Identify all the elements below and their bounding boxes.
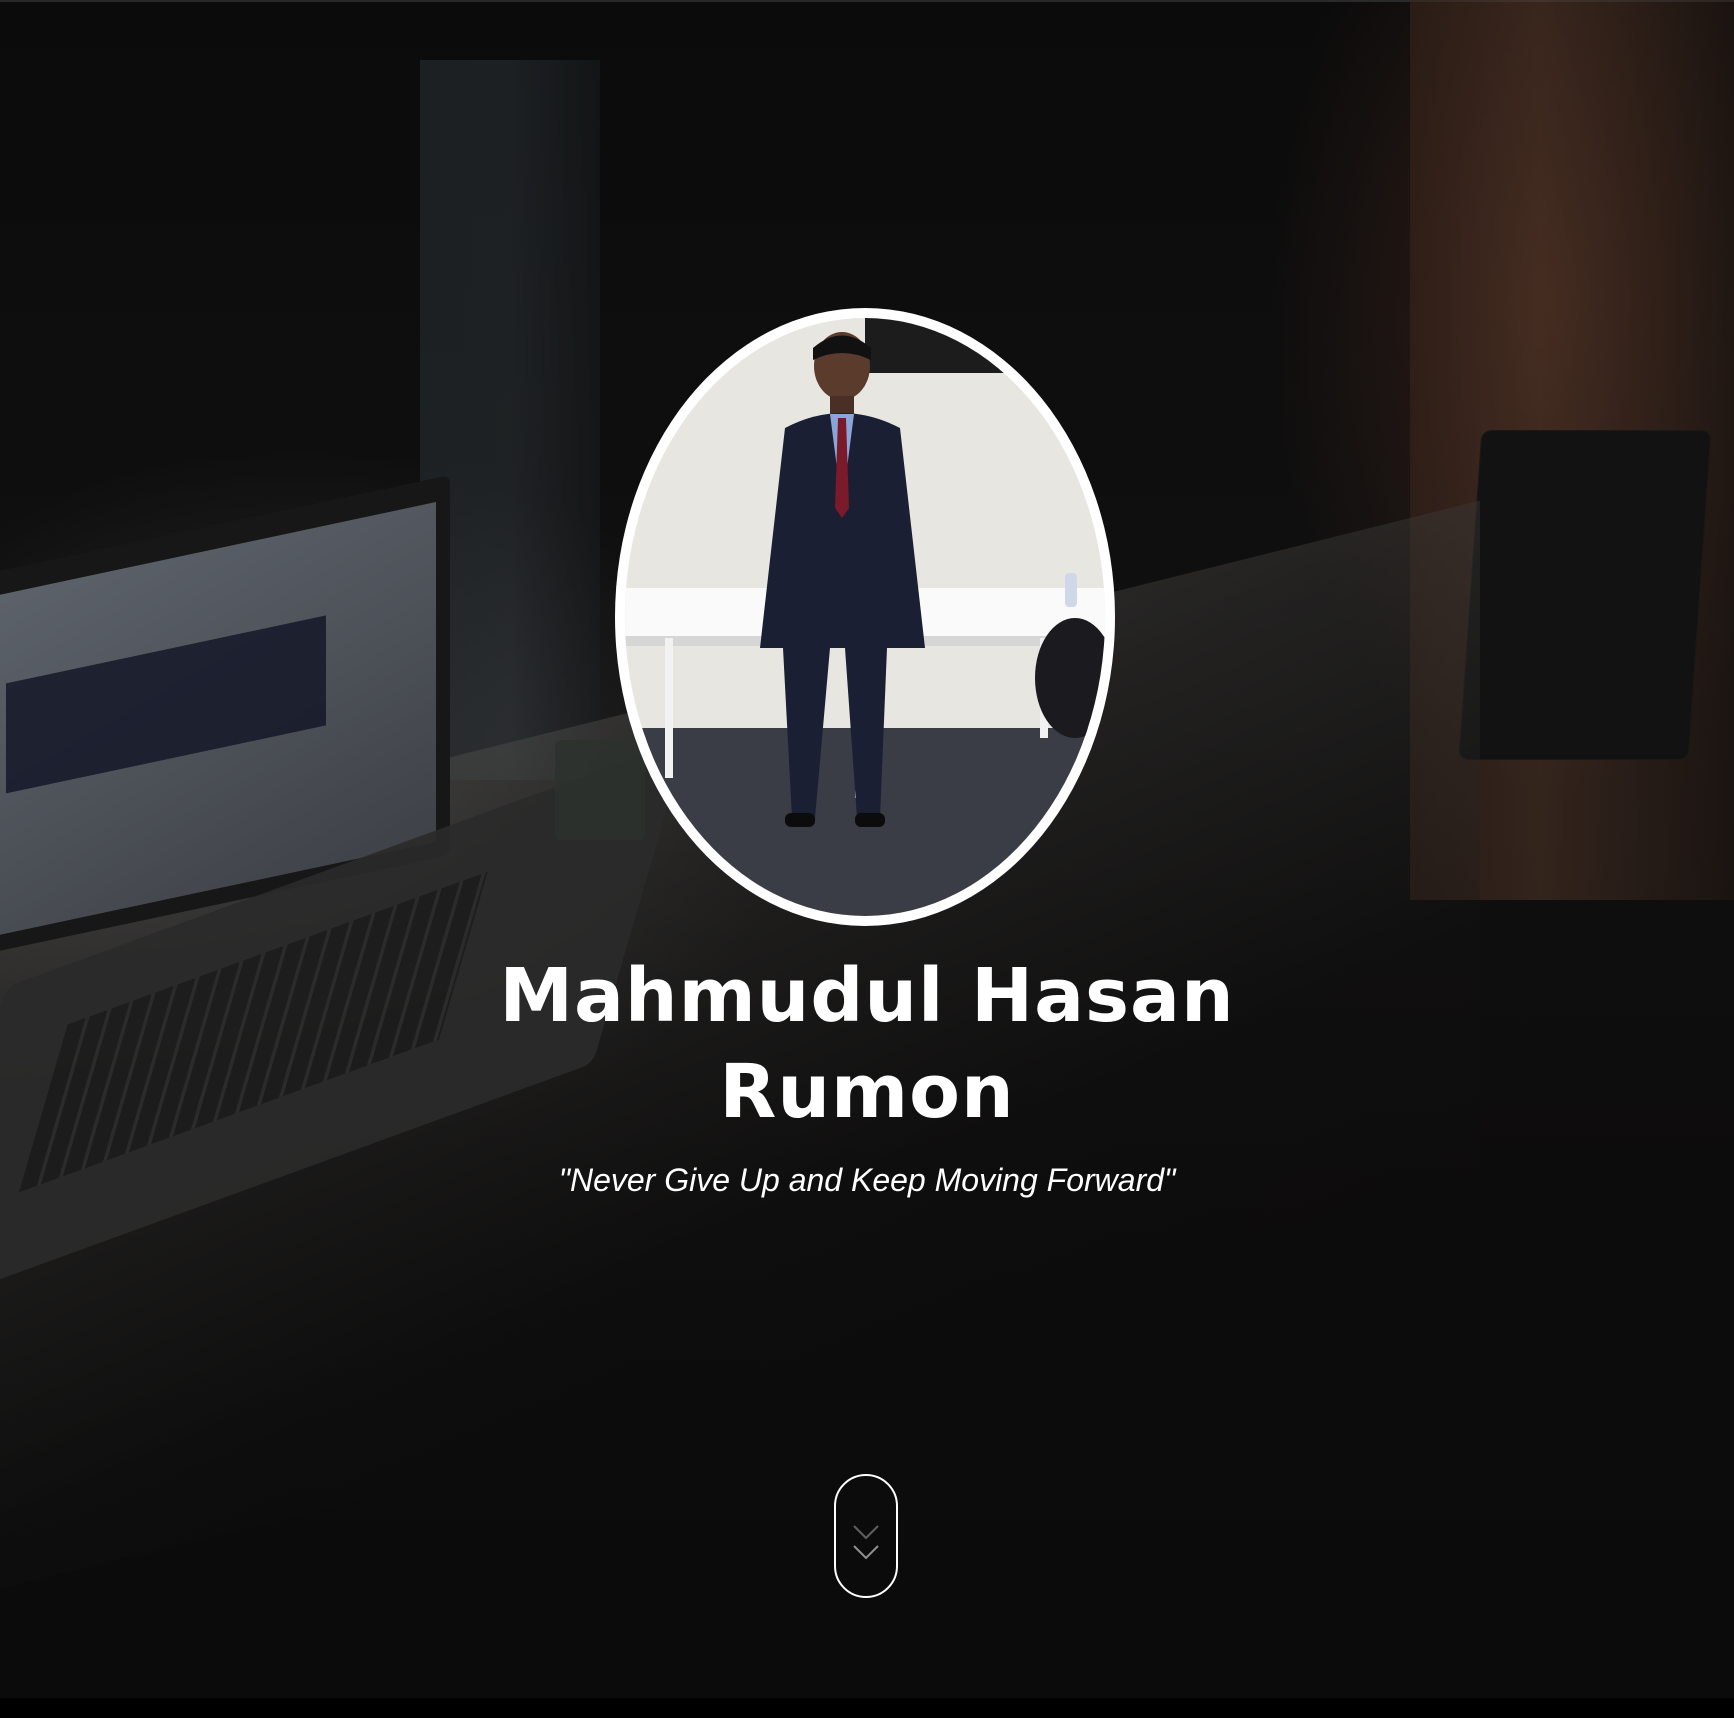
avatar <box>615 308 1115 926</box>
laptop-banner <box>6 615 326 794</box>
avatar-photo <box>625 318 1105 916</box>
scroll-down-button[interactable] <box>834 1474 898 1598</box>
profile-name: Mahmudul Hasan Rumon <box>499 953 1235 1135</box>
profile-tagline: "Never Give Up and Keep Moving Forward" <box>558 1162 1176 1198</box>
chevron-down-icon <box>853 1545 879 1560</box>
background-desk-object <box>555 740 645 840</box>
hero-section: Mahmudul Hasan Rumon "Never Give Up and … <box>0 0 1734 1698</box>
background-speaker <box>1458 430 1712 760</box>
bottom-border <box>0 1698 1734 1718</box>
